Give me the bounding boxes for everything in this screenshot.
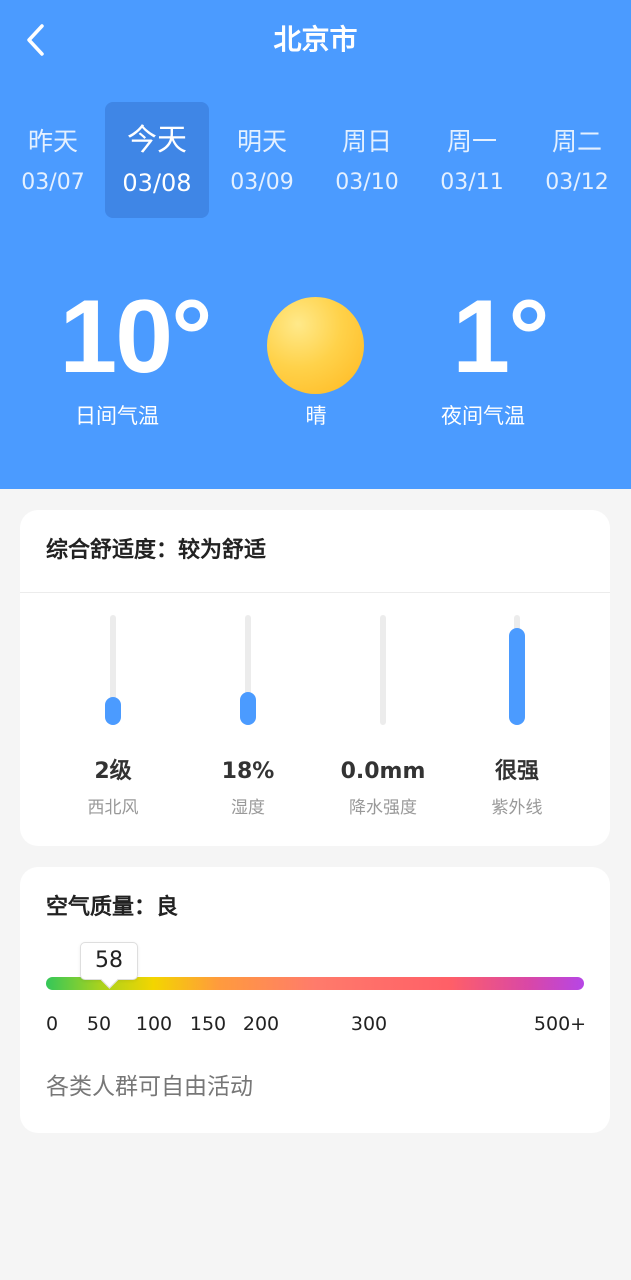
day-date: 03/10 bbox=[335, 170, 399, 195]
day-date: 03/09 bbox=[230, 170, 294, 195]
uv-level-bar bbox=[509, 615, 525, 725]
comfort-title: 综合舒适度：较为舒适 bbox=[46, 538, 267, 563]
day-name: 明天 bbox=[236, 127, 287, 156]
day-tab-sunday[interactable]: 周日 03/10 bbox=[315, 102, 419, 218]
uv-label: 紫外线 bbox=[491, 798, 543, 818]
precipitation-value: 0.0mm bbox=[340, 759, 426, 784]
day-tab-tuesday[interactable]: 周二 03/12 bbox=[525, 102, 629, 218]
aqi-tick: 0 bbox=[45, 1013, 59, 1035]
uv-value: 很强 bbox=[494, 759, 539, 784]
air-quality-card: 空气质量：良 58 0 50 100 150 200 300 500+ 各类人群… bbox=[20, 867, 610, 1133]
wind-label: 西北风 bbox=[87, 798, 139, 818]
precipitation-level-bar bbox=[376, 615, 390, 725]
sun-icon bbox=[267, 297, 364, 394]
wind-value: 2级 bbox=[94, 759, 132, 784]
aqi-tick: 300 bbox=[350, 1013, 388, 1035]
day-name: 今天 bbox=[127, 123, 187, 158]
aqi-tick: 50 bbox=[86, 1013, 112, 1035]
day-date: 03/07 bbox=[21, 170, 85, 195]
day-selector: 昨天 03/07 今天 03/08 明天 03/09 周日 03/10 周一 0… bbox=[0, 102, 631, 218]
humidity-label: 湿度 bbox=[231, 798, 265, 818]
day-name: 昨天 bbox=[27, 127, 78, 156]
day-temperature-label: 日间气温 bbox=[75, 404, 159, 428]
humidity-level-fill bbox=[240, 692, 256, 725]
day-tab-monday[interactable]: 周一 03/11 bbox=[420, 102, 524, 218]
aqi-tick: 150 bbox=[189, 1013, 227, 1035]
page-title: 北京市 bbox=[273, 23, 358, 56]
aqi-tick: 200 bbox=[242, 1013, 280, 1035]
day-tab-yesterday[interactable]: 昨天 03/07 bbox=[1, 102, 105, 218]
night-temperature: 1° bbox=[452, 279, 549, 395]
humidity-level-bar bbox=[240, 615, 256, 725]
weather-condition: 晴 bbox=[305, 404, 327, 428]
humidity-value: 18% bbox=[221, 759, 275, 784]
day-date: 03/11 bbox=[440, 170, 504, 195]
aqi-tick: 100 bbox=[135, 1013, 173, 1035]
wind-level-fill bbox=[105, 697, 121, 725]
night-temperature-label: 夜间气温 bbox=[441, 404, 525, 428]
day-tab-today[interactable]: 今天 03/08 bbox=[105, 102, 209, 218]
day-date: 03/08 bbox=[122, 169, 192, 197]
day-name: 周一 bbox=[446, 127, 497, 156]
precipitation-label: 降水强度 bbox=[349, 798, 417, 818]
air-quality-title: 空气质量：良 bbox=[46, 895, 179, 920]
day-temperature: 10° bbox=[59, 279, 212, 395]
day-name: 周日 bbox=[341, 127, 392, 156]
aqi-advice: 各类人群可自由活动 bbox=[46, 1074, 253, 1100]
weather-header: 北京市 昨天 03/07 今天 03/08 明天 03/09 周日 03/10 … bbox=[0, 0, 631, 489]
aqi-value-marker: 58 bbox=[80, 942, 138, 980]
day-date: 03/12 bbox=[545, 170, 609, 195]
day-tab-tomorrow[interactable]: 明天 03/09 bbox=[210, 102, 314, 218]
day-name: 周二 bbox=[551, 127, 602, 156]
divider bbox=[20, 592, 610, 593]
comfort-card: 综合舒适度：较为舒适 2级 西北风 18% 湿度 0.0mm 降水强度 很强 紫… bbox=[20, 510, 610, 846]
uv-level-fill bbox=[509, 628, 525, 725]
aqi-tick: 500+ bbox=[533, 1013, 587, 1035]
wind-level-bar bbox=[105, 615, 121, 725]
